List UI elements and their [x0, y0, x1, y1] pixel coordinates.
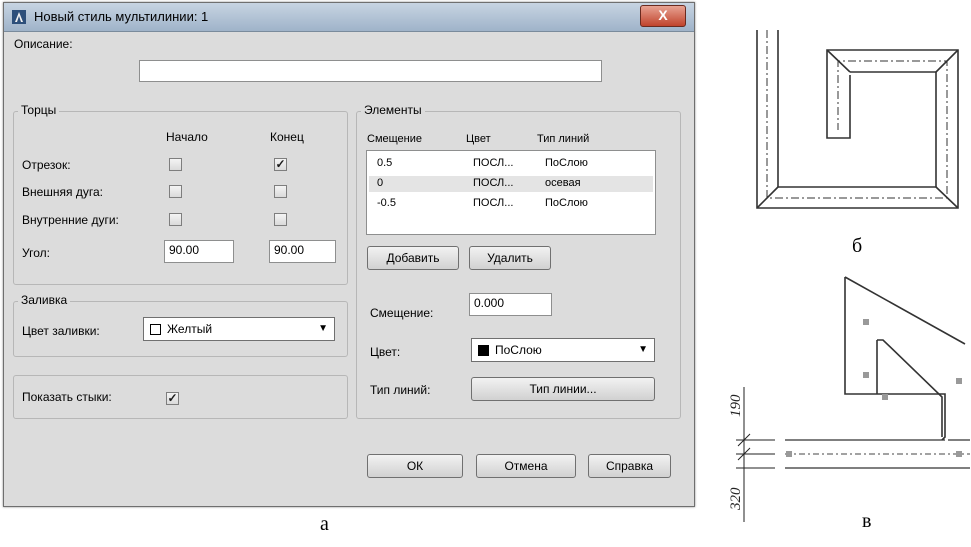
offset-input[interactable]: 0.000	[469, 293, 552, 316]
fill-color-dropdown[interactable]: Желтый ▼	[143, 317, 335, 341]
element-color-dropdown[interactable]: ПоСлою ▼	[471, 338, 655, 362]
elements-header-color: Цвет	[466, 133, 491, 145]
autocad-app-icon	[12, 10, 26, 24]
show-joints-checkbox[interactable]: ✓	[166, 392, 179, 405]
dialog-title: Новый стиль мультилинии: 1	[34, 9, 209, 24]
caps-group-title: Торцы	[18, 103, 60, 117]
fill-color-label: Цвет заливки:	[22, 324, 100, 338]
ok-button[interactable]: ОК	[367, 454, 463, 478]
elements-group-title: Элементы	[361, 103, 425, 117]
description-input[interactable]	[139, 60, 602, 82]
multiline-style-dialog: Новый стиль мультилинии: 1 X Описание: Т…	[3, 2, 695, 507]
element-offset: 0.5	[377, 157, 393, 169]
caps-line-start-checkbox[interactable]	[169, 158, 182, 171]
caps-line-end-checkbox[interactable]: ✓	[274, 158, 287, 171]
caps-outer-arc-label: Внешняя дуга:	[22, 185, 104, 199]
element-color-label: Цвет:	[370, 345, 401, 359]
offset-label: Смещение:	[370, 306, 434, 320]
show-joints-label: Показать стыки:	[22, 390, 112, 404]
elements-header-offset: Смещение	[367, 133, 423, 145]
fill-group-title: Заливка	[18, 293, 71, 307]
caps-line-label: Отрезок:	[22, 158, 71, 172]
help-button[interactable]: Справка	[588, 454, 671, 478]
multiline-offset-drawing: 190 320	[728, 276, 970, 522]
element-color-value: ПоСлою	[495, 343, 542, 357]
fill-color-swatch	[150, 324, 161, 335]
title-bar[interactable]: Новый стиль мультилинии: 1 X	[4, 3, 694, 32]
element-color: ПОСЛ...	[473, 157, 514, 169]
caption-a: а	[320, 513, 329, 535]
caption-b: б	[852, 235, 863, 257]
element-linetype: ПоСлою	[545, 157, 588, 169]
caps-outer-arc-end-checkbox[interactable]	[274, 185, 287, 198]
linetype-button[interactable]: Тип линии...	[471, 377, 655, 401]
caps-outer-arc-start-checkbox[interactable]	[169, 185, 182, 198]
elements-header-linetype: Тип линий	[537, 133, 590, 145]
linetype-label: Тип линий:	[370, 383, 431, 397]
element-offset: -0.5	[377, 197, 396, 209]
elements-row[interactable]: -0.5 ПОСЛ... ПоСлою	[369, 196, 653, 212]
element-linetype: ПоСлою	[545, 197, 588, 209]
caps-inner-arcs-end-checkbox[interactable]	[274, 213, 287, 226]
caps-angle-label: Угол:	[22, 246, 50, 260]
elements-row[interactable]: 0.5 ПОСЛ... ПоСлою	[369, 156, 653, 172]
description-label: Описание:	[14, 37, 73, 51]
cancel-button[interactable]: Отмена	[476, 454, 576, 478]
elements-row-selected[interactable]: 0 ПОСЛ... осевая	[369, 176, 653, 192]
multiline-spiral-drawing	[756, 30, 959, 209]
caps-inner-arcs-label: Внутренние дуги:	[22, 213, 119, 227]
element-offset: 0	[377, 177, 384, 189]
fill-color-value: Желтый	[167, 322, 213, 336]
element-linetype: осевая	[545, 177, 581, 189]
dimension-190: 190	[728, 394, 744, 417]
delete-element-button[interactable]: Удалить	[469, 246, 551, 270]
element-color: ПОСЛ...	[473, 197, 514, 209]
caps-start-header: Начало	[166, 130, 208, 144]
chevron-down-icon: ▼	[318, 323, 328, 334]
close-button[interactable]: X	[640, 5, 686, 27]
chevron-down-icon: ▼	[638, 344, 648, 355]
caps-inner-arcs-start-checkbox[interactable]	[169, 213, 182, 226]
element-color: ПОСЛ...	[473, 177, 514, 189]
add-element-button[interactable]: Добавить	[367, 246, 459, 270]
element-color-swatch	[478, 345, 489, 356]
dimension-320: 320	[728, 487, 744, 511]
caps-end-header: Конец	[270, 130, 304, 144]
caps-angle-start-input[interactable]: 90.00	[164, 240, 234, 263]
elements-list[interactable]: 0.5 ПОСЛ... ПоСлою 0 ПОСЛ... осевая -0.5…	[366, 150, 656, 235]
caps-angle-end-input[interactable]: 90.00	[269, 240, 336, 263]
